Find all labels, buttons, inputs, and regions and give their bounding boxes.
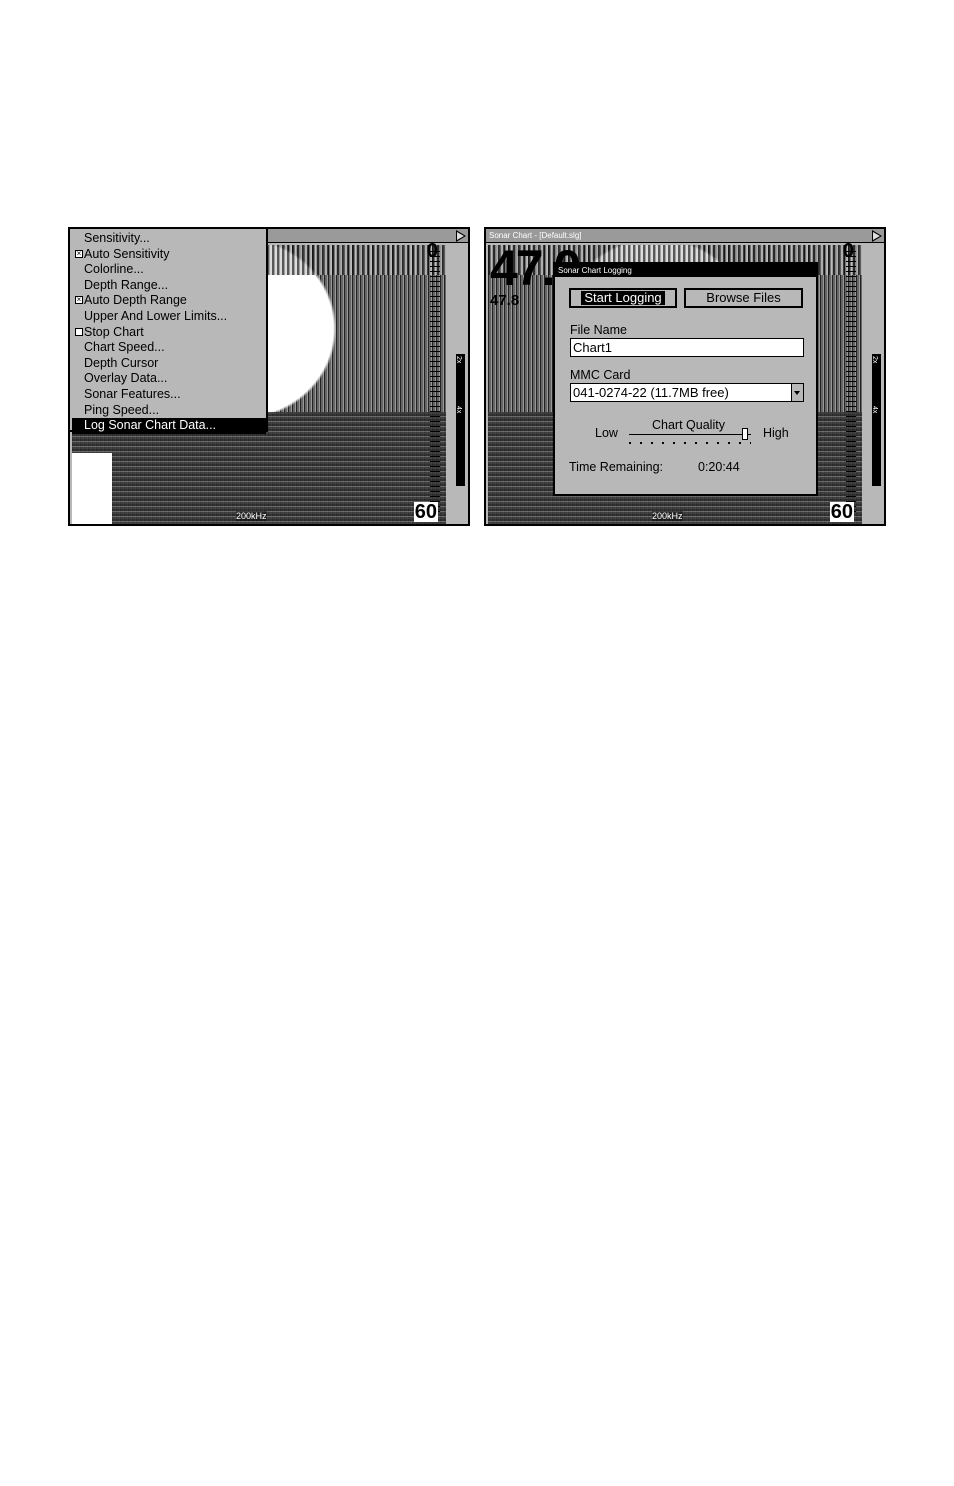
menu-item[interactable]: Sonar Features... <box>72 387 266 403</box>
file-name-input[interactable]: Chart1 <box>570 338 804 357</box>
zoom-bar: 2x 4x <box>455 354 465 486</box>
depth-scale <box>846 247 856 512</box>
zoom-4x-label: 4x <box>871 406 878 414</box>
sonar-menu: Sensitivity... × Auto Sensitivity Colorline… <box>70 229 268 434</box>
page-arrow-icon[interactable] <box>872 230 882 242</box>
quality-low-label: Low <box>595 426 618 440</box>
menu-item[interactable]: × Auto Sensitivity <box>72 247 266 263</box>
menu-item-label: Sensitivity... <box>84 231 150 245</box>
menu-item-label: Stop Chart <box>84 324 144 339</box>
zoom-4x-label: 4x <box>455 406 462 414</box>
menu-item[interactable]: Colorline... <box>72 262 266 278</box>
menu-item-label: Ping Speed... <box>84 402 160 417</box>
menu-item[interactable]: Depth Cursor <box>72 356 266 372</box>
file-name-label: File Name <box>570 323 627 337</box>
menu-item[interactable]: Overlay Data... <box>72 371 266 387</box>
menu-item-label: Auto Depth Range <box>84 293 187 308</box>
dialog-title: Sonar Chart Logging <box>555 264 816 277</box>
depth-readout-secondary: 47.8 <box>490 292 520 309</box>
menu-item-label: Chart Speed... <box>84 340 165 355</box>
time-remaining-label: Time Remaining: <box>569 460 664 474</box>
sonar-screen-right: Sonar Chart - [Default.slg] 0 60 2x 4x 2… <box>484 227 886 526</box>
sonar-screen-left: 0 60 2x 4x 200kHz Sensitivity... × Auto Se… <box>68 227 470 526</box>
menu-item-label: Log Sonar Chart Data... <box>84 418 217 433</box>
browse-files-button[interactable]: Browse Files <box>684 288 803 308</box>
mmc-card-select[interactable]: 041-0274-22 (11.7MB free) <box>570 383 804 402</box>
depth-top-label: 0 <box>842 240 854 262</box>
menu-item[interactable]: Ping Speed... <box>72 403 266 419</box>
menu-item-label: Auto Sensitivity <box>84 246 170 261</box>
menu-item-label: Upper And Lower Limits... <box>84 309 228 323</box>
chevron-down-icon[interactable] <box>791 384 803 401</box>
menu-item-label: Overlay Data... <box>84 371 168 386</box>
slider-ticks <box>629 442 751 444</box>
sonar-chart-logging-dialog: Sonar Chart Logging Start Logging Browse… <box>553 262 818 496</box>
mmc-card-value: 041-0274-22 (11.7MB free) <box>573 385 729 400</box>
page-arrow-icon[interactable] <box>456 230 466 242</box>
frequency-label: 200kHz <box>652 511 683 521</box>
start-logging-label: Start Logging <box>581 291 665 305</box>
menu-item[interactable]: × Auto Depth Range <box>72 293 266 309</box>
checkbox-icon[interactable] <box>75 327 83 336</box>
browse-files-label: Browse Files <box>706 290 781 305</box>
menu-item-label: Depth Range... <box>84 277 169 292</box>
menu-item-label: Sonar Features... <box>84 387 181 401</box>
frequency-label: 200kHz <box>236 511 267 521</box>
checkbox-icon[interactable]: × <box>75 249 83 258</box>
depth-top-label: 0 <box>426 240 438 262</box>
zoom-bar: 2x 4x <box>871 354 881 486</box>
slider-handle[interactable] <box>741 428 748 440</box>
menu-item[interactable]: Sensitivity... <box>72 231 266 247</box>
checkbox-icon[interactable]: × <box>75 296 83 305</box>
quality-high-label: High <box>763 426 789 440</box>
chart-quality-label: Chart Quality <box>652 418 725 432</box>
zoom-2x-label: 2x <box>871 356 878 364</box>
menu-item[interactable]: Chart Speed... <box>72 340 266 356</box>
start-logging-button[interactable]: Start Logging <box>569 288 677 308</box>
depth-scale <box>430 247 440 512</box>
window-title: Sonar Chart - [Default.slg] <box>489 231 582 240</box>
chart-quality-slider[interactable] <box>629 434 751 435</box>
mmc-card-label: MMC Card <box>570 368 631 382</box>
depth-bottom-label: 60 <box>829 501 854 523</box>
menu-item[interactable]: Depth Range... <box>72 278 266 294</box>
time-remaining-value: 0:20:44 <box>698 460 740 474</box>
depth-bottom-label: 60 <box>413 501 438 523</box>
white-block <box>72 453 112 524</box>
menu-item-label: Colorline... <box>84 262 144 277</box>
zoom-2x-label: 2x <box>455 356 462 364</box>
menu-item[interactable]: Log Sonar Chart Data... <box>72 418 266 434</box>
menu-item[interactable]: Upper And Lower Limits... <box>72 309 266 325</box>
menu-item-label: Depth Cursor <box>84 355 159 370</box>
menu-item[interactable]: Stop Chart <box>72 325 266 341</box>
